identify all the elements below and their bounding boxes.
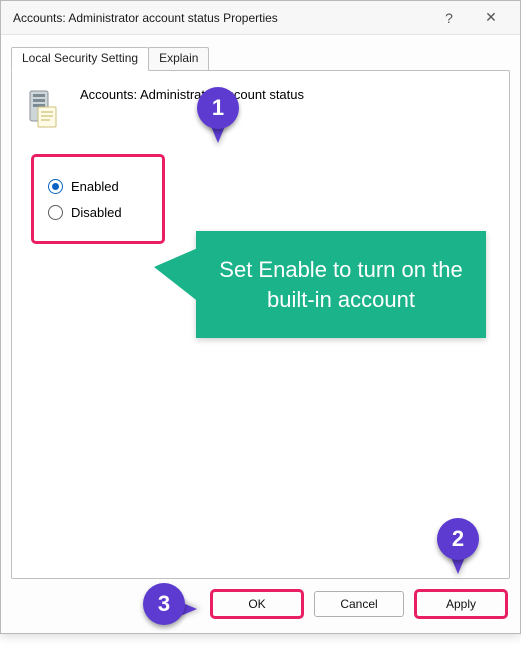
cancel-button[interactable]: Cancel: [314, 591, 404, 617]
title-bar: Accounts: Administrator account status P…: [1, 1, 520, 35]
apply-button[interactable]: Apply: [416, 591, 506, 617]
radio-disabled[interactable]: Disabled: [48, 199, 148, 225]
tab-explain[interactable]: Explain: [148, 47, 209, 71]
radio-dot-icon: [48, 179, 63, 194]
window-title: Accounts: Administrator account status P…: [13, 11, 428, 25]
button-label: OK: [248, 597, 265, 611]
tab-label: Explain: [159, 51, 198, 65]
button-label: Cancel: [340, 597, 377, 611]
policy-header: Accounts: Administrator account status: [26, 85, 495, 131]
tab-local-security-setting[interactable]: Local Security Setting: [11, 47, 149, 71]
status-radio-group: Enabled Disabled: [34, 157, 162, 241]
tab-strip: Local Security Setting Explain: [11, 47, 510, 71]
help-button[interactable]: ?: [428, 4, 470, 32]
properties-dialog: Accounts: Administrator account status P…: [0, 0, 521, 634]
button-label: Apply: [446, 597, 476, 611]
button-bar: OK Cancel Apply: [1, 583, 520, 625]
annotation-tip: Set Enable to turn on the built-in accou…: [196, 231, 486, 338]
tab-label: Local Security Setting: [22, 51, 138, 65]
radio-enabled[interactable]: Enabled: [48, 173, 148, 199]
close-button[interactable]: ✕: [470, 4, 512, 32]
close-icon: ✕: [485, 9, 497, 26]
radio-dot-icon: [48, 205, 63, 220]
ok-button[interactable]: OK: [212, 591, 302, 617]
policy-title: Accounts: Administrator account status: [80, 85, 304, 102]
help-icon: ?: [445, 10, 453, 26]
annotation-tip-text: Set Enable to turn on the built-in accou…: [219, 257, 462, 312]
radio-label: Enabled: [71, 179, 119, 194]
policy-icon: [26, 85, 66, 131]
radio-label: Disabled: [71, 205, 122, 220]
